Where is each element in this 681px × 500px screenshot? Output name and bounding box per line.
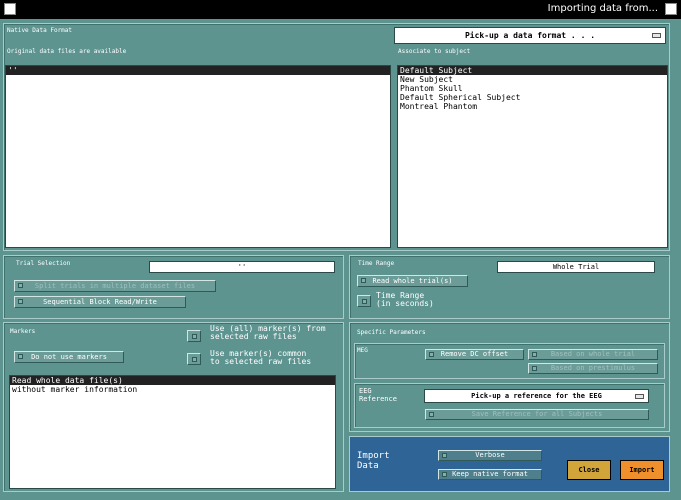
save-reference-checkbox-icon bbox=[429, 412, 434, 417]
file-list[interactable]: '' bbox=[5, 65, 391, 248]
based-whole-checkbox-icon bbox=[532, 352, 537, 357]
based-prestim-checkbox-icon bbox=[532, 366, 537, 371]
list-item[interactable]: Phantom Skull bbox=[398, 84, 667, 93]
window-title: Importing data from... bbox=[547, 3, 658, 14]
verbose-checkbox-icon bbox=[442, 453, 447, 458]
keep-native-format-button[interactable]: Keep native format bbox=[438, 469, 542, 480]
trial-field[interactable]: '' bbox=[149, 261, 335, 273]
time-range-toggle[interactable] bbox=[357, 295, 371, 307]
title-bar: Importing data from... bbox=[0, 0, 681, 19]
import-button[interactable]: Import bbox=[620, 460, 664, 480]
use-all-markers-label: Use (all) marker(s) from selected raw fi… bbox=[210, 325, 326, 341]
whole-trial-field[interactable]: Whole Trial bbox=[497, 261, 655, 273]
meg-label: MEG bbox=[357, 347, 368, 354]
keep-native-checkbox-icon bbox=[442, 472, 447, 477]
sequential-block-label: Sequential Block Read/Write bbox=[43, 298, 157, 306]
remove-dc-checkbox-icon bbox=[429, 352, 434, 357]
import-text-1: Import bbox=[357, 451, 390, 461]
no-markers-button[interactable]: Do not use markers bbox=[14, 351, 124, 363]
use-common-markers-toggle[interactable] bbox=[187, 353, 201, 365]
use-all-text-2: selected raw files bbox=[210, 332, 297, 341]
use-common-text-2: to selected raw files bbox=[210, 357, 312, 366]
based-whole-trial-button[interactable]: Based on whole trial bbox=[528, 349, 658, 360]
time-range-checkbox-icon bbox=[362, 299, 367, 304]
split-trials-label: Split trials in multiple dataset files bbox=[34, 282, 196, 290]
import-data-label: Import Data bbox=[357, 451, 390, 471]
list-item[interactable]: '' bbox=[6, 66, 390, 75]
split-trials-checkbox-icon bbox=[18, 283, 23, 288]
list-item[interactable]: Default Subject bbox=[398, 66, 667, 75]
close-button[interactable]: Close bbox=[567, 460, 611, 480]
remove-dc-offset-button[interactable]: Remove DC offset bbox=[425, 349, 524, 360]
dropdown-arrow-icon bbox=[635, 394, 644, 399]
eeg-text-2: Reference bbox=[359, 395, 397, 403]
import-text-2: Data bbox=[357, 461, 379, 471]
use-all-markers-checkbox-icon bbox=[192, 334, 197, 339]
time-range-option-label: Time Range (in seconds) bbox=[376, 292, 434, 308]
use-common-markers-label: Use marker(s) common to selected raw fil… bbox=[210, 350, 311, 366]
list-item[interactable]: Default Spherical Subject bbox=[398, 93, 667, 102]
sequential-block-button[interactable]: Sequential Block Read/Write bbox=[14, 296, 186, 308]
no-markers-checkbox-icon bbox=[18, 354, 23, 359]
list-item[interactable]: Read whole data file(s) bbox=[10, 376, 335, 385]
split-trials-button[interactable]: Split trials in multiple dataset files bbox=[14, 280, 216, 292]
files-label: Original data files are available bbox=[7, 48, 127, 55]
dropdown-arrow-icon bbox=[652, 33, 661, 38]
read-whole-trials-button[interactable]: Read whole trial(s) bbox=[357, 275, 468, 287]
data-format-dropdown[interactable]: Pick-up a data format . . . bbox=[394, 27, 666, 44]
markers-label: Markers bbox=[10, 328, 36, 335]
no-markers-label: Do not use markers bbox=[31, 353, 107, 361]
time-range-text-2: (in seconds) bbox=[376, 299, 434, 308]
keep-native-label: Keep native format bbox=[452, 470, 528, 478]
marker-options-list[interactable]: Read whole data file(s) without marker i… bbox=[9, 375, 336, 489]
import-dialog: Native Data Format Original data files a… bbox=[0, 19, 681, 500]
based-whole-label: Based on whole trial bbox=[550, 350, 636, 358]
eeg-text-1: EEG bbox=[359, 387, 372, 395]
sequential-block-checkbox-icon bbox=[18, 299, 23, 304]
use-common-markers-checkbox-icon bbox=[192, 357, 197, 362]
time-range-label: Time Range bbox=[358, 260, 395, 267]
read-whole-label: Read whole trial(s) bbox=[372, 277, 453, 285]
based-prestimulus-button[interactable]: Based on prestimulus bbox=[528, 363, 658, 374]
trial-selection-label: Trial Selection bbox=[16, 260, 71, 267]
list-item[interactable]: without marker information bbox=[10, 385, 335, 394]
eeg-reference-dropdown-label: Pick-up a reference for the EEG bbox=[471, 392, 602, 400]
based-prestim-label: Based on prestimulus bbox=[550, 364, 636, 372]
eeg-reference-label: EEG Reference bbox=[359, 387, 397, 403]
list-item[interactable]: New Subject bbox=[398, 75, 667, 84]
eeg-reference-dropdown[interactable]: Pick-up a reference for the EEG bbox=[424, 389, 649, 403]
save-reference-button[interactable]: Save Reference for all Subjects bbox=[425, 409, 649, 420]
window-maximize-icon[interactable] bbox=[665, 3, 677, 15]
save-reference-label: Save Reference for all Subjects bbox=[471, 410, 603, 418]
subject-list[interactable]: Default Subject New Subject Phantom Skul… bbox=[397, 65, 668, 248]
native-format-label: Native Data Format bbox=[7, 27, 73, 34]
list-item[interactable]: Montreal Phantom bbox=[398, 102, 667, 111]
read-whole-checkbox-icon bbox=[361, 278, 366, 283]
verbose-label: Verbose bbox=[475, 451, 505, 459]
window-close-icon[interactable] bbox=[4, 3, 16, 15]
verbose-button[interactable]: Verbose bbox=[438, 450, 542, 461]
import-panel: Import Data Verbose Keep native format C… bbox=[349, 436, 670, 492]
remove-dc-label: Remove DC offset bbox=[440, 350, 509, 358]
use-all-markers-toggle[interactable] bbox=[187, 330, 201, 342]
data-format-dropdown-label: Pick-up a data format . . . bbox=[464, 31, 596, 40]
specific-parameters-label: Specific Parameters bbox=[357, 329, 426, 336]
subject-label: Associate to subject bbox=[398, 48, 471, 55]
